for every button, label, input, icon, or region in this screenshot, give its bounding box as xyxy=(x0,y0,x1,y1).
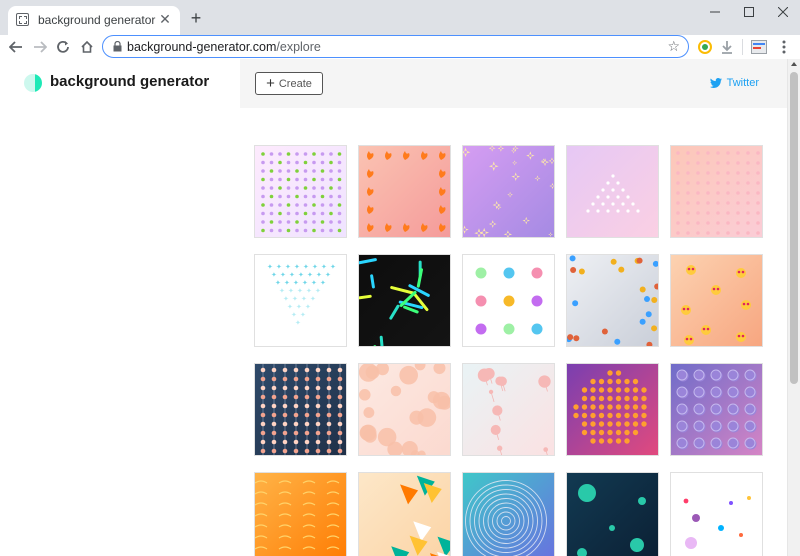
bookmark-star-icon[interactable]: ☆ xyxy=(667,38,680,55)
svg-text:✦: ✦ xyxy=(289,271,295,279)
background-tile-dot-grid-salmon[interactable] xyxy=(670,145,763,238)
address-bar[interactable]: background-generator.com/explore ☆ xyxy=(102,35,689,58)
background-tile-teal-orbs-navy[interactable] xyxy=(566,472,659,556)
svg-text:✦: ✦ xyxy=(271,271,277,279)
svg-text:✦: ✦ xyxy=(296,303,302,311)
logo-icon xyxy=(24,74,42,92)
scroll-up-arrow-icon[interactable] xyxy=(791,62,797,66)
background-tile-dots-green-violet[interactable] xyxy=(254,145,347,238)
create-label: Create xyxy=(278,77,312,90)
minimize-icon[interactable] xyxy=(698,0,732,24)
svg-text:✦: ✦ xyxy=(298,271,304,279)
page-scrollbar[interactable] xyxy=(787,59,800,556)
svg-text:✦: ✦ xyxy=(303,263,309,271)
background-tile-neon-sticks-black[interactable] xyxy=(358,254,451,347)
background-tile-bees-butterflies[interactable] xyxy=(566,254,659,347)
page: background generator + Create Twitter ✦ ✦… xyxy=(0,59,787,556)
background-tile-orange-waves[interactable] xyxy=(254,472,347,556)
svg-text:✦: ✦ xyxy=(279,287,285,295)
background-tile-bead-strings-navy[interactable] xyxy=(254,363,347,456)
page-favicon-icon xyxy=(16,13,29,26)
svg-text:✦: ✦ xyxy=(292,295,298,303)
browser-toolbar: background-generator.com/explore ☆ xyxy=(0,35,800,59)
logo-text: background generator xyxy=(50,73,210,90)
svg-text:✦: ✦ xyxy=(302,279,308,287)
svg-text:✦: ✦ xyxy=(275,279,281,287)
toolbar-divider xyxy=(742,39,743,55)
svg-text:✦: ✦ xyxy=(311,279,317,287)
svg-text:✦: ✦ xyxy=(291,311,297,319)
svg-text:✦: ✦ xyxy=(320,279,326,287)
tab-title: background generator xyxy=(38,13,156,27)
new-tab-plus-icon[interactable]: + xyxy=(186,8,206,28)
svg-text:✦: ✦ xyxy=(312,263,318,271)
background-tile-lollipop-bubbles[interactable] xyxy=(462,363,555,456)
background-tile-scattered-dots-white[interactable] xyxy=(670,472,763,556)
svg-text:✦: ✦ xyxy=(287,303,293,311)
svg-text:✦: ✦ xyxy=(293,279,299,287)
svg-text:✦: ✦ xyxy=(316,271,322,279)
background-tile-heart-eyes-emoji[interactable] xyxy=(670,254,763,347)
background-tile-peach-bubbles[interactable] xyxy=(358,363,451,456)
svg-text:✦: ✦ xyxy=(321,263,327,271)
svg-text:✦: ✦ xyxy=(330,263,336,271)
svg-text:✦: ✦ xyxy=(276,263,282,271)
svg-text:✦: ✦ xyxy=(306,287,312,295)
background-tile-concentric-rings-teal[interactable] xyxy=(462,472,555,556)
background-tile-fire-emoji-peach[interactable] xyxy=(358,145,451,238)
extension-icon[interactable] xyxy=(750,38,768,56)
google-drive-icon[interactable] xyxy=(696,38,714,56)
plus-icon: + xyxy=(266,74,275,92)
window-close-icon[interactable] xyxy=(766,0,800,24)
svg-text:✦: ✦ xyxy=(280,271,286,279)
svg-text:✦: ✦ xyxy=(300,311,306,319)
forward-arrow-icon[interactable] xyxy=(30,37,50,57)
twitter-label: Twitter xyxy=(726,77,759,89)
svg-text:✦: ✦ xyxy=(284,279,290,287)
svg-text:✦: ✦ xyxy=(315,287,321,295)
svg-text:✦: ✦ xyxy=(310,295,316,303)
browser-tab[interactable]: background generator ✕ xyxy=(8,6,180,35)
logo-area[interactable]: background generator xyxy=(0,59,240,108)
background-tile-colored-balls-grid[interactable] xyxy=(462,254,555,347)
create-button[interactable]: + Create xyxy=(255,72,323,95)
svg-text:✦: ✦ xyxy=(283,295,289,303)
menu-dots-icon[interactable] xyxy=(775,38,793,56)
background-tile-embossed-circles-purple[interactable] xyxy=(670,363,763,456)
background-tile-orange-dot-sphere[interactable] xyxy=(566,363,659,456)
svg-text:✦: ✦ xyxy=(288,287,294,295)
svg-text:✦: ✦ xyxy=(307,271,313,279)
background-tile-stars-triangle-pink[interactable] xyxy=(566,145,659,238)
back-arrow-icon[interactable] xyxy=(6,37,26,57)
reload-icon[interactable] xyxy=(53,37,73,57)
svg-text:✦: ✦ xyxy=(294,263,300,271)
svg-text:✦: ✦ xyxy=(305,303,311,311)
background-tile-confetti-shards[interactable] xyxy=(358,472,451,556)
page-header: + Create Twitter xyxy=(240,59,787,108)
svg-text:✦: ✦ xyxy=(325,271,331,279)
twitter-link[interactable]: Twitter xyxy=(709,77,759,89)
svg-text:✦: ✦ xyxy=(301,295,307,303)
scroll-thumb[interactable] xyxy=(790,72,798,384)
url-text: background-generator.com/explore xyxy=(127,40,321,54)
download-icon[interactable] xyxy=(718,38,736,56)
background-tile-sparkles-lavender[interactable] xyxy=(462,145,555,238)
tab-close-icon[interactable]: ✕ xyxy=(156,10,174,28)
maximize-icon[interactable] xyxy=(732,0,766,24)
tab-strip: background generator ✕ + xyxy=(0,0,800,35)
background-tile-triangle-cyan-stars[interactable]: ✦ ✦ ✦ ✦ ✦ ✦ ✦ ✦ ✦ ✦ ✦ ✦ ✦ ✦ ✦ ✦ ✦ ✦ ✦ ✦ ✦ ✦ ✦ ✦ ✦ ✦ ✦ ✦ ✦ ✦ ✦ ✦ ✦ ✦ ✦ ✦ xyxy=(254,254,347,347)
svg-text:✦: ✦ xyxy=(267,263,273,271)
svg-text:✦: ✦ xyxy=(285,263,291,271)
svg-text:✦: ✦ xyxy=(295,319,301,327)
svg-text:✦: ✦ xyxy=(297,287,303,295)
twitter-bird-icon xyxy=(709,78,722,88)
lock-icon xyxy=(113,41,122,52)
home-icon[interactable] xyxy=(77,37,97,57)
